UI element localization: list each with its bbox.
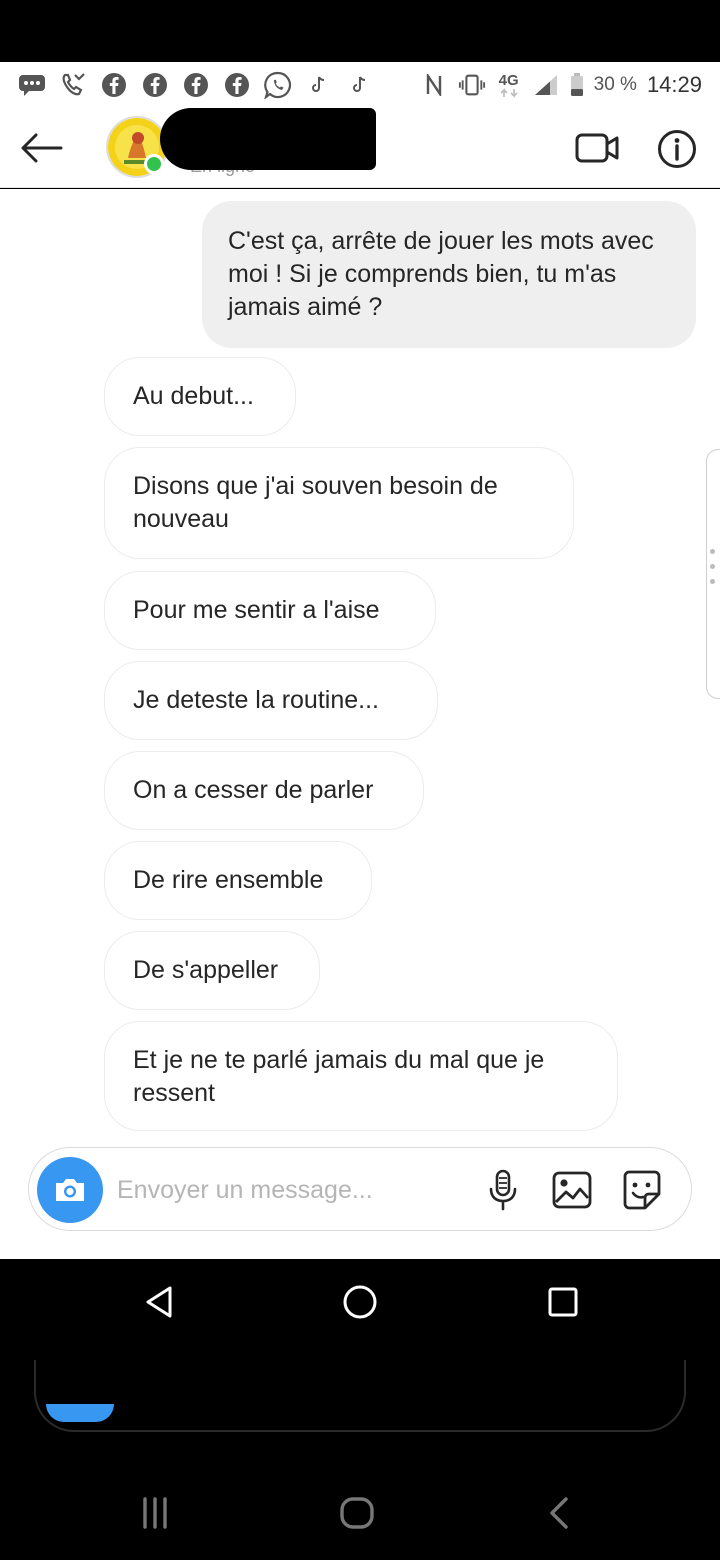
message-text: Je deteste la routine... [133, 686, 379, 714]
background-composer-outline [34, 1360, 686, 1432]
message-text: On a cesser de parler [133, 776, 374, 804]
edge-panel-dots [710, 549, 716, 594]
system-navigation-bar [0, 1259, 720, 1345]
outer-navigation-bar [0, 1480, 720, 1560]
message-input[interactable] [117, 1170, 467, 1210]
chat-header: En ligne [0, 108, 720, 188]
message-text: Pour me sentir a l'aise [133, 596, 380, 624]
outer-recents-button[interactable] [132, 1490, 178, 1536]
message-bubble-incoming: On a cesser de parler [104, 751, 424, 830]
clock: 14:29 [646, 72, 702, 97]
facebook-icon [223, 71, 251, 99]
message-bubble-incoming: De rire ensemble [104, 841, 372, 920]
chevron-left-icon [550, 1497, 568, 1529]
facebook-icon [182, 71, 210, 99]
message-text: De s'appeller [133, 956, 279, 984]
missed-call-icon [59, 71, 87, 99]
video-call-button[interactable] [570, 128, 624, 168]
sticker-icon [623, 1170, 661, 1210]
rounded-square-home-icon [340, 1497, 374, 1529]
message-bubble-incoming: Et je ne te parlé jamais du mal que je r… [104, 1021, 618, 1131]
message-bubble-incoming: Pour me sentir a l'aise [104, 571, 436, 650]
outer-back-button[interactable] [536, 1490, 582, 1536]
nav-recents-button[interactable] [540, 1279, 586, 1325]
message-bubble-incoming: Disons que j'ai souven besoin de nouveau [104, 447, 574, 559]
whatsapp-icon [264, 71, 292, 99]
online-indicator [144, 154, 164, 174]
tiktok-icon [305, 71, 333, 99]
top-bezel [0, 0, 720, 62]
network-4g-icon: 4G [496, 71, 522, 99]
three-lines-icon [143, 1497, 167, 1529]
info-button[interactable] [654, 126, 700, 172]
battery-icon [570, 71, 584, 99]
video-camera-icon [575, 133, 619, 163]
notification-icons [18, 71, 374, 99]
info-icon [658, 130, 696, 168]
background-camera-button [46, 1404, 114, 1422]
microphone-icon [489, 1169, 517, 1211]
message-bubble-incoming: Je deteste la routine... [104, 661, 438, 740]
message-composer [28, 1147, 692, 1231]
system-indicators: 4G 30 % 14:29 [420, 71, 702, 99]
back-button[interactable] [16, 126, 66, 170]
nav-home-button[interactable] [337, 1279, 383, 1325]
tiktok-icon [346, 71, 374, 99]
facebook-icon [100, 71, 128, 99]
message-text: Disons que j'ai souven besoin de nouveau [133, 472, 498, 533]
message-text: De rire ensemble [133, 866, 324, 894]
message-thread[interactable]: C'est ça, arrête de jouer les mots avec … [0, 189, 720, 1259]
facebook-icon [141, 71, 169, 99]
gallery-button[interactable] [549, 1168, 595, 1212]
message-bubble-incoming: Au debut... [104, 357, 296, 436]
status-bar: 4G 30 % 14:29 [0, 62, 720, 108]
redacted-username [160, 108, 376, 170]
message-text: Et je ne te parlé jamais du mal que je r… [133, 1046, 545, 1107]
square-recents-icon [548, 1287, 578, 1317]
battery-percent: 30 % [593, 74, 637, 95]
message-text: C'est ça, arrête de jouer les mots avec … [228, 227, 654, 321]
triangle-back-icon [146, 1286, 172, 1318]
image-icon [552, 1171, 592, 1209]
message-text: Au debut... [133, 382, 254, 410]
arrow-left-icon [21, 133, 63, 163]
signal-icon [532, 71, 560, 99]
message-bubble-incoming: De s'appeller [104, 931, 320, 1010]
nav-back-button[interactable] [136, 1279, 182, 1325]
vibrate-icon [458, 71, 486, 99]
voice-message-button[interactable] [481, 1168, 525, 1212]
sticker-button[interactable] [619, 1168, 665, 1212]
message-bubble-outgoing: C'est ça, arrête de jouer les mots avec … [202, 201, 696, 348]
camera-icon [56, 1179, 84, 1201]
outer-home-button[interactable] [334, 1490, 380, 1536]
message-icon [18, 71, 46, 99]
nfc-icon [420, 71, 448, 99]
camera-button[interactable] [37, 1157, 103, 1223]
circle-home-icon [343, 1285, 377, 1319]
